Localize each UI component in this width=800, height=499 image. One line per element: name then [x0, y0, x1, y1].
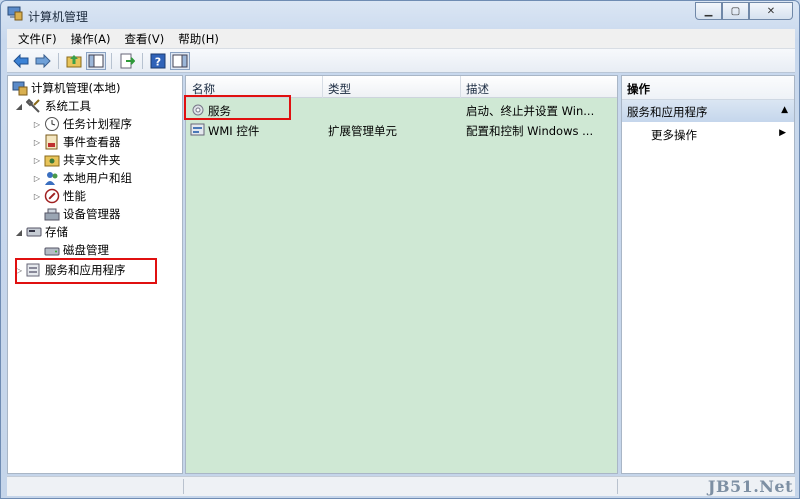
users-icon — [45, 172, 58, 185]
show-tree-icon — [88, 54, 104, 67]
status-bar — [7, 476, 795, 496]
show-action-pane-icon — [172, 54, 188, 67]
tree-item-performance[interactable]: ▷ 性能 — [32, 187, 86, 205]
status-divider — [183, 479, 184, 494]
tree-item-label: 事件查看器 — [63, 135, 121, 149]
tree-item-label: 设备管理器 — [63, 207, 121, 221]
list-row-wmi-control[interactable]: WMI 控件 扩展管理单元 配置和控制 Windows ... — [186, 120, 617, 140]
computer-management-icon — [12, 81, 28, 96]
toolbar-separator — [142, 52, 143, 69]
minimize-icon: ▁ — [704, 5, 713, 17]
action-pane: 操作 服务和应用程序 ▲ 更多操作 ▶ — [621, 75, 795, 474]
forward-button[interactable] — [33, 52, 53, 70]
tree-item-shared-folders[interactable]: ▷ 共享文件夹 — [32, 151, 121, 169]
menu-file[interactable]: 文件(F) — [11, 31, 64, 47]
window-title: 计算机管理 — [28, 10, 89, 24]
tree-item-label: 任务计划程序 — [63, 117, 132, 131]
expand-triangle-icon[interactable]: ▷ — [32, 174, 42, 183]
toolbar-separator — [111, 52, 112, 69]
tools-icon — [26, 98, 40, 113]
svg-text:?: ? — [155, 55, 161, 68]
menu-bar: 文件(F) 操作(A) 查看(V) 帮助(H) — [7, 29, 795, 49]
tree-item-label: 计算机管理(本地) — [31, 81, 121, 95]
expand-triangle-icon[interactable]: ▷ — [32, 156, 42, 165]
action-item-label: 更多操作 — [651, 128, 697, 142]
tree-item-label: 性能 — [63, 189, 86, 203]
caption-buttons: ▁ ▢ ✕ — [695, 2, 793, 20]
list-cell-type: 扩展管理单元 — [328, 124, 397, 138]
up-level-button[interactable] — [64, 52, 84, 70]
action-pane-title: 操作 — [622, 76, 794, 100]
tree-item-root[interactable]: 计算机管理(本地) — [10, 79, 120, 97]
tree-item-task-scheduler[interactable]: ▷ 任务计划程序 — [32, 115, 132, 133]
tree-item-label: 系统工具 — [45, 99, 91, 113]
disk-icon — [44, 247, 60, 256]
collapse-triangle-icon[interactable]: ◢ — [14, 228, 24, 237]
tree-item-label: 磁盘管理 — [63, 243, 109, 257]
menu-action[interactable]: 操作(A) — [64, 31, 118, 47]
device-manager-icon — [44, 208, 60, 221]
watermark-text: JB51.Net — [707, 477, 793, 496]
list-cell-name: WMI 控件 — [208, 124, 260, 138]
back-arrow-icon — [13, 53, 29, 68]
tree-item-label: 存储 — [45, 225, 68, 239]
list-cell-description: 配置和控制 Windows ... — [466, 124, 594, 138]
submenu-arrow-icon: ▶ — [779, 128, 786, 138]
column-divider[interactable] — [460, 76, 461, 98]
column-header-type[interactable]: 类型 — [328, 81, 351, 97]
close-icon: ✕ — [766, 5, 776, 17]
expand-triangle-icon[interactable]: ▷ — [32, 192, 42, 201]
help-icon: ? — [150, 53, 166, 68]
highlight-box-services-apps — [15, 258, 157, 284]
show-hide-action-pane-button[interactable] — [170, 51, 190, 70]
storage-icon — [26, 227, 42, 237]
title-bar: 计算机管理 ▁ ▢ ✕ — [1, 1, 799, 28]
export-icon — [120, 53, 135, 68]
result-list[interactable]: 名称 类型 描述 服务 启动、终止并设置 Win... WMI 控件 扩展管理单… — [185, 75, 618, 474]
collapse-triangle-icon[interactable]: ◢ — [14, 102, 24, 111]
tree-item-device-manager[interactable]: 设备管理器 — [42, 205, 121, 223]
action-section-services-apps[interactable]: 服务和应用程序 ▲ — [622, 100, 794, 122]
export-list-button[interactable] — [117, 52, 137, 70]
back-button[interactable] — [11, 52, 31, 70]
expand-triangle-icon[interactable]: ▷ — [32, 120, 42, 129]
show-hide-tree-button[interactable] — [86, 51, 106, 70]
tree-item-storage[interactable]: ◢ 存储 — [14, 223, 68, 241]
computer-management-window: 计算机管理 ▁ ▢ ✕ 文件(F) 操作(A) 查看(V) 帮助(H) ? 计算… — [0, 0, 800, 499]
minimize-button[interactable]: ▁ — [695, 2, 722, 20]
tree-item-label: 本地用户和组 — [63, 171, 132, 185]
tree-item-disk-management[interactable]: 磁盘管理 — [42, 241, 109, 259]
performance-icon — [44, 188, 60, 204]
tree-item-system-tools[interactable]: ◢ 系统工具 — [14, 97, 91, 115]
toolbar: ? — [7, 49, 795, 73]
close-button[interactable]: ✕ — [749, 2, 793, 20]
clock-icon — [45, 117, 59, 131]
forward-arrow-icon — [35, 53, 51, 68]
computer-management-icon — [7, 6, 23, 21]
help-button[interactable]: ? — [148, 52, 168, 70]
expand-triangle-icon[interactable]: ▷ — [32, 138, 42, 147]
tree-item-label: 共享文件夹 — [63, 153, 121, 167]
collapse-up-icon[interactable]: ▲ — [781, 105, 788, 115]
column-divider[interactable] — [322, 76, 323, 98]
tree-item-event-viewer[interactable]: ▷ 事件查看器 — [32, 133, 121, 151]
event-viewer-icon — [45, 134, 58, 150]
action-section-label: 服务和应用程序 — [627, 105, 708, 119]
action-more-actions[interactable]: 更多操作 ▶ — [622, 124, 794, 144]
tree-item-local-users[interactable]: ▷ 本地用户和组 — [32, 169, 132, 187]
list-cell-description: 启动、终止并设置 Win... — [466, 104, 595, 118]
maximize-button[interactable]: ▢ — [722, 2, 749, 20]
menu-help[interactable]: 帮助(H) — [171, 31, 226, 47]
toolbar-separator — [58, 52, 59, 69]
up-folder-icon — [66, 54, 82, 67]
wmi-control-icon — [190, 123, 205, 136]
maximize-icon: ▢ — [730, 5, 741, 17]
highlight-box-services — [184, 95, 291, 120]
menu-view[interactable]: 查看(V) — [117, 31, 171, 47]
status-divider — [617, 479, 618, 494]
shared-folder-icon — [44, 155, 60, 167]
column-header-description[interactable]: 描述 — [466, 81, 489, 97]
